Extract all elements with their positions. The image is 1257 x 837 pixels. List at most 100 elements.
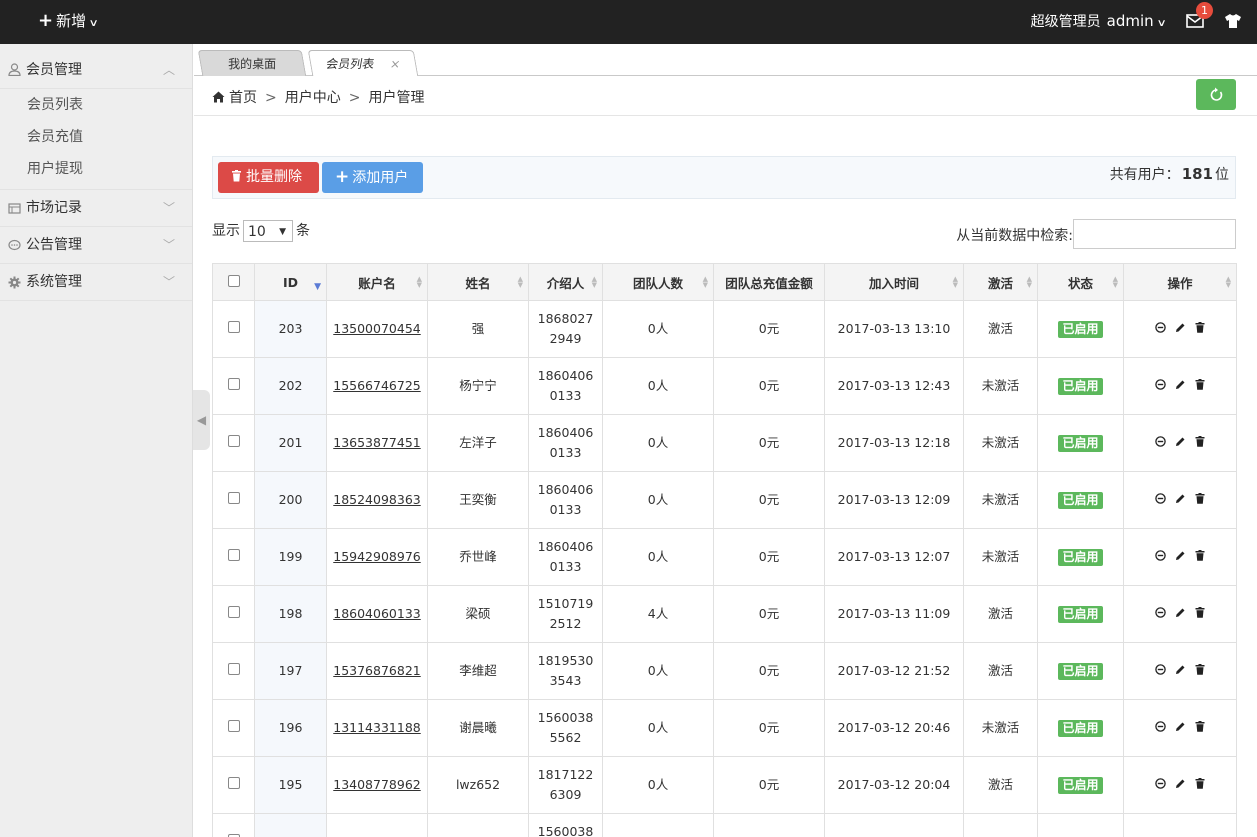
disable-icon[interactable] [1155, 721, 1166, 732]
table-row[interactable]: 15600385 [212, 813, 1237, 837]
page-size-select[interactable]: 10 ▼ [243, 220, 293, 242]
row-checkbox[interactable] [227, 435, 240, 447]
delete-trash-icon[interactable] [1195, 322, 1205, 333]
sidebar-item-user-withdraw[interactable]: 用户提现 [0, 153, 192, 185]
delete-trash-icon[interactable] [1195, 721, 1205, 732]
account-link[interactable]: 13408778962 [333, 777, 420, 792]
header-referrer[interactable]: 介绍人 ▲ ▼ [528, 263, 603, 301]
disable-icon[interactable] [1155, 493, 1166, 504]
sidebar-group-notice[interactable]: 公告管理 ﹀ [0, 227, 192, 264]
sidebar-group-system[interactable]: 系统管理 ﹀ [0, 264, 192, 301]
search-input[interactable] [1073, 219, 1236, 249]
disable-icon[interactable] [1155, 322, 1166, 333]
delete-trash-icon[interactable] [1195, 778, 1205, 789]
select-all-checkbox[interactable] [227, 274, 240, 287]
table-row[interactable]: 198 18604060133 梁硕 15107192512 4人 0元 2017-03-1… [212, 585, 1237, 643]
new-menu-button[interactable]: + 新增 ∨ [38, 0, 99, 44]
edit-pencil-icon[interactable] [1175, 778, 1186, 789]
referrer-value: 18171226309 [537, 767, 594, 802]
cell-team-size: 4人 [602, 585, 714, 643]
account-link[interactable]: 13653877451 [333, 435, 420, 450]
row-checkbox[interactable] [227, 720, 240, 732]
edit-pencil-icon[interactable] [1175, 493, 1186, 504]
edit-pencil-icon[interactable] [1175, 436, 1186, 447]
user-count-value: 181 [1181, 165, 1213, 183]
edit-pencil-icon[interactable] [1175, 664, 1186, 675]
edit-pencil-icon[interactable] [1175, 550, 1186, 561]
table-row[interactable]: 199 15942908976 乔世峰 18604060133 0人 0元 2017-03-… [212, 528, 1237, 586]
account-link[interactable]: 18604060133 [333, 606, 420, 621]
table-row[interactable]: 196 13114331188 谢晨曦 15600385562 0人 0元 2017-03-… [212, 699, 1237, 757]
header-team-size[interactable]: 团队人数 ▲ ▼ [602, 263, 714, 301]
header-joined[interactable]: 加入时间 ▲ ▼ [824, 263, 964, 301]
edit-pencil-icon[interactable] [1175, 721, 1186, 732]
table-row[interactable]: 201 13653877451 左洋子 18604060133 0人 0元 2017-03-… [212, 414, 1237, 472]
cell-team-amount: 0元 [713, 414, 825, 472]
user-menu[interactable]: 超级管理员 admin ∨ [1031, 0, 1167, 45]
row-checkbox[interactable] [227, 492, 240, 504]
account-link[interactable]: 15942908976 [333, 549, 420, 564]
row-checkbox[interactable] [227, 378, 240, 390]
sidebar-group-members[interactable]: 会员管理 ︿ [0, 44, 192, 89]
theme-shirt-icon[interactable] [1224, 13, 1242, 29]
tab-desktop[interactable]: 我的桌面 [197, 50, 307, 76]
sidebar-item-member-recharge[interactable]: 会员充值 [0, 121, 192, 153]
edit-pencil-icon[interactable] [1175, 607, 1186, 618]
table-row[interactable]: 200 18524098363 王奕衡 18604060133 0人 0元 2017-03-… [212, 471, 1237, 529]
tab-label: 我的桌面 [228, 57, 277, 71]
table-row[interactable]: 195 13408778962 lwz652 18171226309 0人 0元 2017-… [212, 756, 1237, 814]
row-select-cell [212, 414, 255, 472]
row-checkbox[interactable] [227, 321, 240, 333]
cell-actions [1123, 414, 1237, 472]
row-checkbox[interactable] [227, 549, 240, 561]
delete-trash-icon[interactable] [1195, 664, 1205, 675]
cell-activated [963, 813, 1038, 837]
delete-trash-icon[interactable] [1195, 436, 1205, 447]
delete-trash-icon[interactable] [1195, 379, 1205, 390]
account-link[interactable]: 15376876821 [333, 663, 420, 678]
edit-pencil-icon[interactable] [1175, 379, 1186, 390]
table-row[interactable]: 197 15376876821 李维超 18195303543 0人 0元 2017-03-… [212, 642, 1237, 700]
disable-icon[interactable] [1155, 664, 1166, 675]
cell-status: 已启用 [1037, 642, 1124, 700]
row-select-cell [212, 357, 255, 415]
disable-icon[interactable] [1155, 607, 1166, 618]
header-account[interactable]: 账户名 ▲ ▼ [326, 263, 428, 301]
account-link[interactable]: 13500070454 [333, 321, 420, 336]
tab-member-list[interactable]: 会员列表 × [307, 50, 419, 77]
row-checkbox[interactable] [227, 606, 240, 618]
close-icon[interactable]: × [388, 51, 403, 77]
table-row[interactable]: 203 13500070454 强 18680272949 0人 0元 2017-03-13… [212, 300, 1237, 358]
header-name[interactable]: 姓名 ▲ ▼ [427, 263, 529, 301]
sidebar-group-market[interactable]: 市场记录 ﹀ [0, 190, 192, 227]
header-id[interactable]: ID ▼ [254, 263, 327, 301]
batch-delete-button[interactable]: 批量删除 [218, 162, 319, 193]
edit-pencil-icon[interactable] [1175, 322, 1186, 333]
delete-trash-icon[interactable] [1195, 550, 1205, 561]
disable-icon[interactable] [1155, 778, 1166, 789]
breadcrumb-separator: > [348, 90, 361, 106]
row-checkbox[interactable] [227, 663, 240, 675]
breadcrumb-user-center[interactable]: 用户中心 [285, 90, 341, 106]
header-activated[interactable]: 激活 ▲ ▼ [963, 263, 1038, 301]
sidebar-collapse-handle[interactable]: ◀ [193, 390, 210, 450]
add-user-button[interactable]: + 添加用户 [322, 162, 423, 193]
account-link[interactable]: 15566746725 [333, 378, 420, 393]
account-link[interactable]: 18524098363 [333, 492, 420, 507]
delete-trash-icon[interactable] [1195, 493, 1205, 504]
row-checkbox[interactable] [227, 777, 240, 789]
table-header-row: ID ▼ 账户名 ▲ ▼ 姓名 ▲ ▼ 介绍人 ▲ ▼ 团队人数 ▲ ▼ 团队总充值金额 加入时间… [212, 263, 1237, 301]
account-link[interactable]: 13114331188 [333, 720, 420, 735]
cell-account [326, 813, 428, 837]
disable-icon[interactable] [1155, 436, 1166, 447]
disable-icon[interactable] [1155, 379, 1166, 390]
table-row[interactable]: 202 15566746725 杨宁宁 18604060133 0人 0元 2017-03-… [212, 357, 1237, 415]
delete-trash-icon[interactable] [1195, 607, 1205, 618]
header-status[interactable]: 状态 ▲ ▼ [1037, 263, 1124, 301]
disable-icon[interactable] [1155, 550, 1166, 561]
cell-referrer: 18604060133 [528, 528, 603, 586]
header-actions[interactable]: 操作 ▲ ▼ [1123, 263, 1237, 301]
breadcrumb-home[interactable]: 首页 [229, 90, 257, 106]
refresh-button[interactable] [1196, 79, 1236, 110]
cell-name: 梁硕 [427, 585, 529, 643]
